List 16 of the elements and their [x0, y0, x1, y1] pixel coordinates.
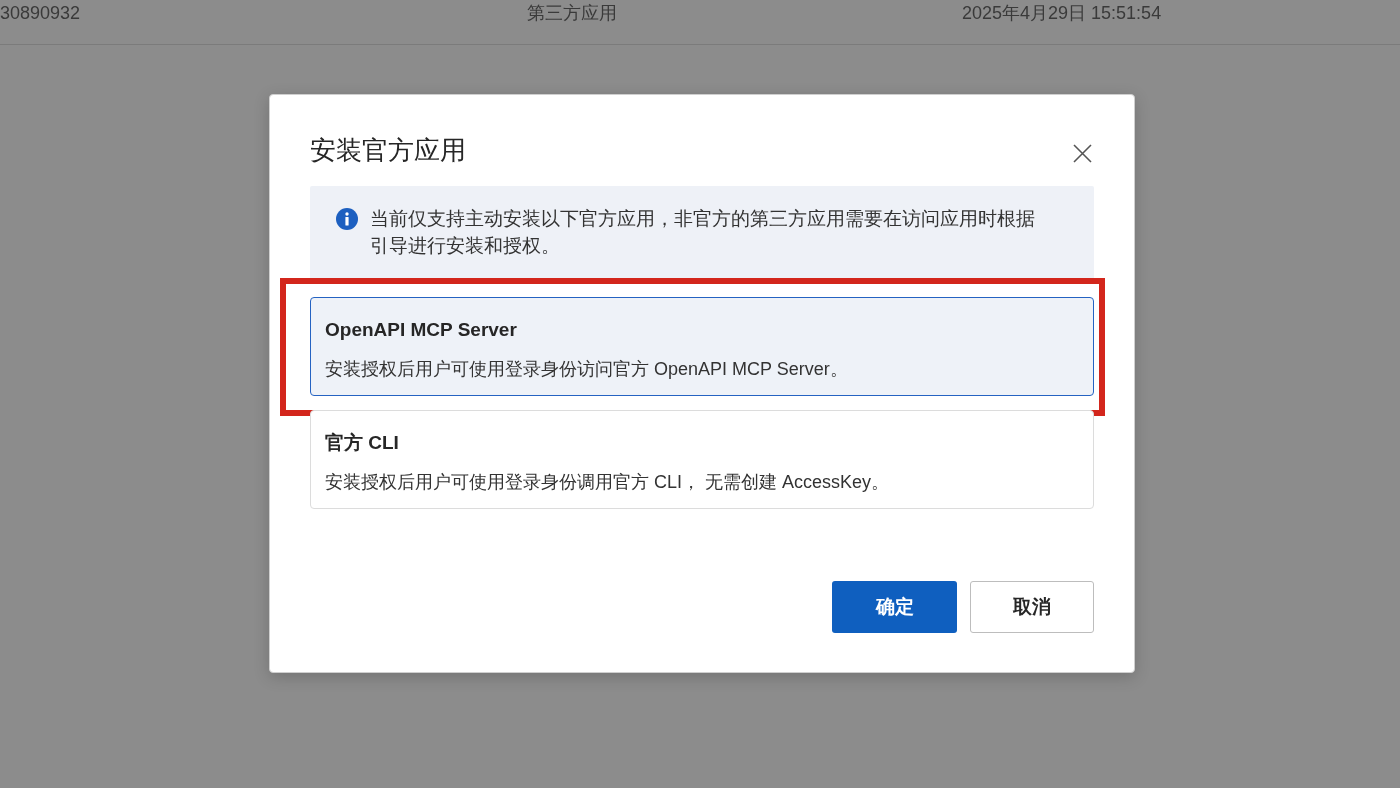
close-button[interactable]	[1072, 143, 1092, 163]
dialog-title: 安装官方应用	[310, 134, 466, 167]
info-icon	[336, 208, 358, 230]
option-title: 官方 CLI	[325, 431, 399, 455]
cancel-button[interactable]: 取消	[970, 581, 1094, 633]
option-description: 安装授权后用户可使用登录身份访问官方 OpenAPI MCP Server。	[325, 358, 848, 381]
option-card[interactable]: 官方 CLI 安装授权后用户可使用登录身份调用官方 CLI， 无需创建 AccessKey。	[310, 410, 1094, 509]
table-cell: 30890932	[0, 3, 81, 23]
option-card[interactable]: OpenAPI MCP Server 安装授权后用户可使用登录身份访问官方 OpenAPI MCP Server。	[310, 297, 1094, 396]
option-title: OpenAPI MCP Server	[325, 318, 517, 342]
option-description: 安装授权后用户可使用登录身份调用官方 CLI， 无需创建 AccessKey。	[325, 471, 890, 494]
confirm-button[interactable]: 确定	[832, 581, 957, 633]
table-cell: 2025年4月29日 15:51:54	[962, 3, 1162, 23]
close-icon	[1072, 143, 1092, 163]
alert-text: 当前仅支持主动安装以下官方应用，非官方的第三方应用需要在访问应用时根据引导进行安装和授权。	[370, 207, 1036, 258]
table-cell: 第三方应用	[527, 3, 617, 23]
